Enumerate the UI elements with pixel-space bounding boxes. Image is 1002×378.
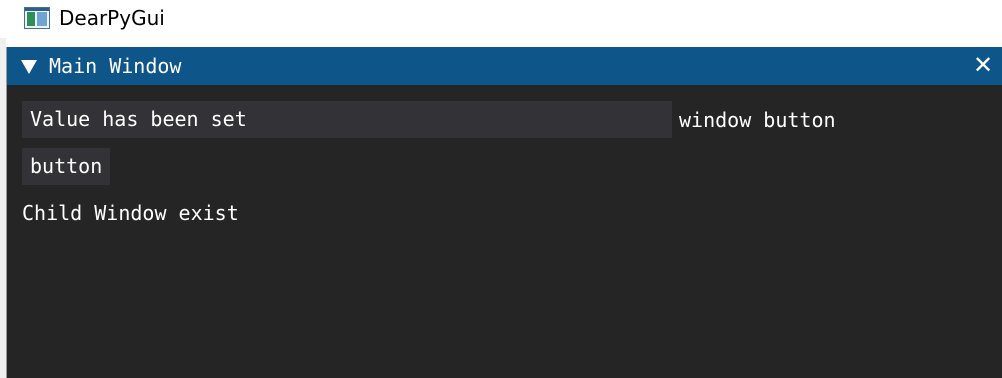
app-icon-pane-left xyxy=(27,12,35,26)
os-title-bar: DearPyGui xyxy=(0,0,1002,38)
app-title: DearPyGui xyxy=(59,6,165,30)
triangle-down-icon[interactable] xyxy=(21,60,37,74)
viewport-top-border xyxy=(6,38,1002,47)
close-icon[interactable]: ✕ xyxy=(970,52,996,78)
main-window-title-bar[interactable]: Main Window ✕ xyxy=(7,47,1002,85)
button[interactable]: button xyxy=(22,148,111,185)
main-window-title: Main Window xyxy=(49,54,182,78)
viewport-left-divider xyxy=(6,38,7,378)
child-window-status-text: Child Window exist xyxy=(22,201,239,225)
viewport: Main Window ✕ Value has been set window … xyxy=(0,38,1002,378)
app-icon-bar xyxy=(25,8,49,11)
app-window-icon xyxy=(24,7,50,29)
value-input-label: window button xyxy=(679,108,836,132)
value-input[interactable]: Value has been set xyxy=(22,101,672,138)
app-icon-pane-right xyxy=(37,12,47,26)
